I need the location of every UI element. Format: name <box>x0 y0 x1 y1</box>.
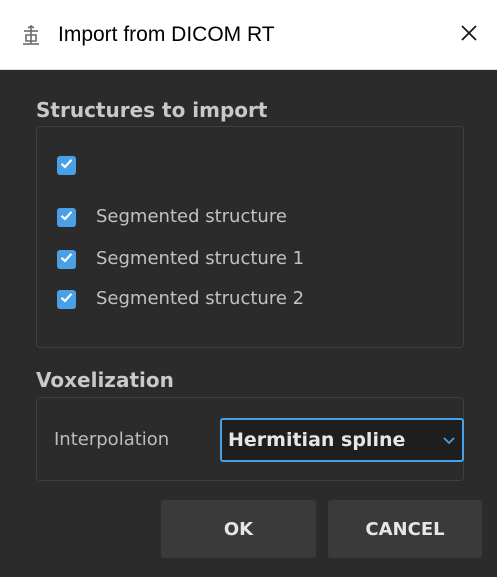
ok-button[interactable]: OK <box>161 500 316 558</box>
close-button[interactable] <box>441 0 497 70</box>
checkmark-icon <box>59 250 74 269</box>
structures-group <box>36 126 464 348</box>
close-icon <box>460 24 478 46</box>
checkbox-segmented-structure-2[interactable] <box>57 290 76 309</box>
interpolation-label: Interpolation <box>54 429 170 450</box>
checkmark-icon <box>59 290 74 309</box>
checkbox-all[interactable] <box>57 156 76 175</box>
segmented-structure-label[interactable]: Segmented structure <box>96 206 287 228</box>
window-title: Import from DICOM RT <box>58 23 275 46</box>
title-bar: Import from DICOM RT <box>0 0 497 70</box>
checkbox-segmented-structure[interactable] <box>57 208 76 227</box>
import-dialog: Import from DICOM RT Structures to impor… <box>0 0 497 577</box>
checkmark-icon <box>59 156 74 175</box>
segmented-structure-1-label[interactable]: Segmented structure 1 <box>96 248 304 270</box>
cancel-button[interactable]: CANCEL <box>328 500 482 558</box>
segmented-structure-2-label[interactable]: Segmented structure 2 <box>96 288 304 310</box>
interpolation-select[interactable]: Hermitian spline <box>220 418 464 462</box>
structures-heading: Structures to import <box>36 98 268 122</box>
checkbox-segmented-structure-1[interactable] <box>57 250 76 269</box>
interpolation-value: Hermitian spline <box>228 429 406 451</box>
import-icon <box>20 24 42 46</box>
voxelization-heading: Voxelization <box>36 368 174 392</box>
checkmark-icon <box>59 208 74 227</box>
chevron-down-icon <box>442 432 456 446</box>
